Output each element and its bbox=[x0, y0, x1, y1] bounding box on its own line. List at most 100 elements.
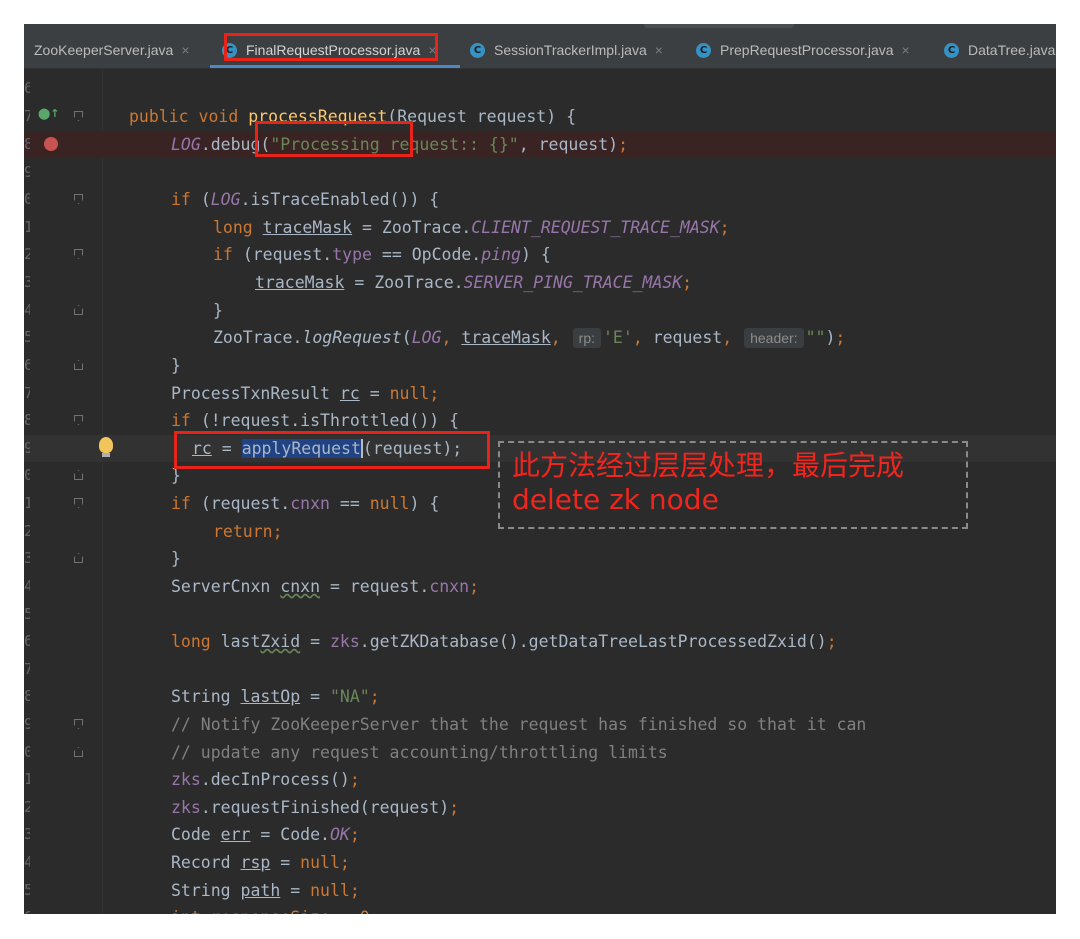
override-icon[interactable]: ⬤↑ bbox=[38, 107, 60, 125]
fold-end-icon[interactable] bbox=[74, 553, 83, 563]
line-number: 8 bbox=[24, 411, 30, 429]
code-line: 8 LOG.debug("Processing request:: {}", r… bbox=[24, 131, 1056, 158]
code-line: 0 if (LOG.isTraceEnabled()) { bbox=[24, 186, 1056, 213]
code-line: 3 Code err = Code.OK; bbox=[24, 821, 1056, 848]
code-text: if (request.type == OpCode.ping) { bbox=[213, 245, 551, 264]
fold-end-icon[interactable] bbox=[74, 470, 83, 480]
close-icon[interactable]: × bbox=[181, 42, 189, 58]
code-text: String path = null; bbox=[171, 881, 360, 900]
code-line: 5 String path = null; bbox=[24, 877, 1056, 904]
code-text: return; bbox=[213, 522, 283, 541]
line-number: 9 bbox=[24, 715, 30, 733]
tab-preprequestprocessor[interactable]: C PrepRequestProcessor.java × bbox=[696, 36, 910, 64]
code-text: ProcessTxnResult rc = null; bbox=[171, 384, 440, 403]
line-number: 4 bbox=[24, 577, 30, 595]
code-line: 5 ZooTrace.logRequest(LOG, traceMask, rp… bbox=[24, 324, 1056, 351]
breakpoint-icon[interactable] bbox=[44, 137, 58, 151]
close-icon[interactable]: × bbox=[902, 42, 910, 58]
code-line: 5 bbox=[24, 601, 1056, 628]
code-line: 8 String lastOp = "NA"; bbox=[24, 683, 1056, 710]
method-name-highlight-box bbox=[255, 121, 413, 157]
class-icon: C bbox=[470, 42, 485, 58]
code-line: 4 } bbox=[24, 297, 1056, 324]
line-number: 6 bbox=[24, 79, 30, 97]
class-icon: C bbox=[944, 42, 959, 58]
code-text: zks.requestFinished(request); bbox=[171, 798, 460, 817]
tab-highlight-box bbox=[224, 33, 438, 61]
code-line: 1 zks.decInProcess(); bbox=[24, 766, 1056, 793]
line-number: 4 bbox=[24, 853, 30, 871]
code-text: traceMask = ZooTrace.SERVER_PING_TRACE_M… bbox=[255, 273, 693, 292]
title-bar-notch bbox=[644, 24, 794, 28]
code-line: 3 } bbox=[24, 545, 1056, 572]
tab-label: PrepRequestProcessor.java bbox=[720, 42, 894, 58]
tab-sessiontrackerimpl[interactable]: C SessionTrackerImpl.java × bbox=[470, 36, 663, 64]
line-number: 6 bbox=[24, 356, 30, 374]
line-number: 5 bbox=[24, 605, 30, 623]
line-number: 5 bbox=[24, 881, 30, 899]
code-editor[interactable]: 6 7 ⬤↑ public void processRequest(Reques… bbox=[24, 69, 1056, 914]
code-comment: // Notify ZooKeeperServer that the reque… bbox=[171, 715, 867, 734]
code-text: long traceMask = ZooTrace.CLIENT_REQUEST… bbox=[213, 218, 730, 237]
fold-end-icon[interactable] bbox=[74, 747, 83, 757]
line-number: 4 bbox=[24, 301, 30, 319]
code-comment: // update any request accounting/throttl… bbox=[171, 743, 668, 762]
annotation-text: 此方法经过层层处理，最后完成 delete zk node bbox=[512, 449, 905, 516]
line-number: 0 bbox=[24, 466, 30, 484]
fold-icon[interactable] bbox=[74, 498, 83, 508]
lightbulb-icon[interactable] bbox=[99, 437, 113, 457]
code-line: 2 if (request.type == OpCode.ping) { bbox=[24, 241, 1056, 268]
code-text: if (LOG.isTraceEnabled()) { bbox=[171, 190, 440, 209]
code-line: 1 long traceMask = ZooTrace.CLIENT_REQUE… bbox=[24, 214, 1056, 241]
code-line: 2 zks.requestFinished(request); bbox=[24, 794, 1056, 821]
code-text: String lastOp = "NA"; bbox=[171, 687, 380, 706]
code-text: long lastZxid = zks.getZKDatabase().getD… bbox=[171, 632, 837, 651]
code-line: 7 ⬤↑ public void processRequest(Request … bbox=[24, 103, 1056, 130]
code-line: 9 // Notify ZooKeeperServer that the req… bbox=[24, 711, 1056, 738]
line-number: 5 bbox=[24, 328, 30, 346]
editor-tab-bar: ZooKeeperServer.java × C FinalRequestPro… bbox=[24, 24, 1056, 69]
fold-end-icon[interactable] bbox=[74, 305, 83, 315]
fold-icon[interactable] bbox=[74, 415, 83, 425]
tab-zookeeperserver[interactable]: ZooKeeperServer.java × bbox=[34, 36, 190, 64]
line-number: 7 bbox=[24, 384, 30, 402]
code-text: int responseSize = 0; bbox=[171, 904, 380, 914]
code-line: 4 Record rsp = null; bbox=[24, 849, 1056, 876]
ide-window: ZooKeeperServer.java × C FinalRequestPro… bbox=[24, 24, 1056, 914]
line-number: 1 bbox=[24, 770, 30, 788]
fold-end-icon[interactable] bbox=[74, 360, 83, 370]
fold-icon[interactable] bbox=[74, 194, 83, 204]
tab-datatree[interactable]: C DataTree.java bbox=[944, 36, 1055, 64]
code-text: } bbox=[171, 356, 181, 375]
tab-label: SessionTrackerImpl.java bbox=[494, 42, 647, 58]
line-number: 0 bbox=[24, 743, 30, 761]
line-number: 0 bbox=[24, 190, 30, 208]
fold-icon[interactable] bbox=[74, 719, 83, 729]
param-hint: rp: bbox=[572, 328, 601, 348]
fold-icon[interactable] bbox=[74, 111, 83, 121]
line-number: 2 bbox=[24, 798, 30, 816]
tab-label: DataTree.java bbox=[968, 42, 1056, 58]
code-text: ServerCnxn cnxn = request.cnxn; bbox=[171, 577, 479, 596]
code-text: if (!request.isThrottled()) { bbox=[171, 411, 460, 430]
line-number: 6 bbox=[24, 632, 30, 650]
line-number: 8 bbox=[24, 135, 30, 153]
code-line: 6 } bbox=[24, 352, 1056, 379]
line-number: 7 bbox=[24, 107, 30, 125]
apply-request-highlight-box bbox=[174, 431, 490, 469]
tab-label: ZooKeeperServer.java bbox=[34, 42, 174, 58]
code-line: 9 bbox=[24, 159, 1056, 186]
line-number: 8 bbox=[24, 687, 30, 705]
code-line: 7 ProcessTxnResult rc = null; bbox=[24, 380, 1056, 407]
code-line: 6 bbox=[24, 75, 1056, 102]
code-text: Code err = Code.OK; bbox=[171, 825, 360, 844]
close-icon[interactable]: × bbox=[655, 42, 663, 58]
code-line: 4 ServerCnxn cnxn = request.cnxn; bbox=[24, 573, 1056, 600]
code-text: zks.decInProcess(); bbox=[171, 770, 360, 789]
fold-icon[interactable] bbox=[74, 249, 83, 259]
code-line: 8 if (!request.isThrottled()) { bbox=[24, 407, 1056, 434]
param-hint: header: bbox=[744, 328, 804, 348]
code-line: 6 long lastZxid = zks.getZKDatabase().ge… bbox=[24, 628, 1056, 655]
code-line: 7 bbox=[24, 656, 1056, 683]
active-tab-indicator bbox=[210, 65, 460, 68]
